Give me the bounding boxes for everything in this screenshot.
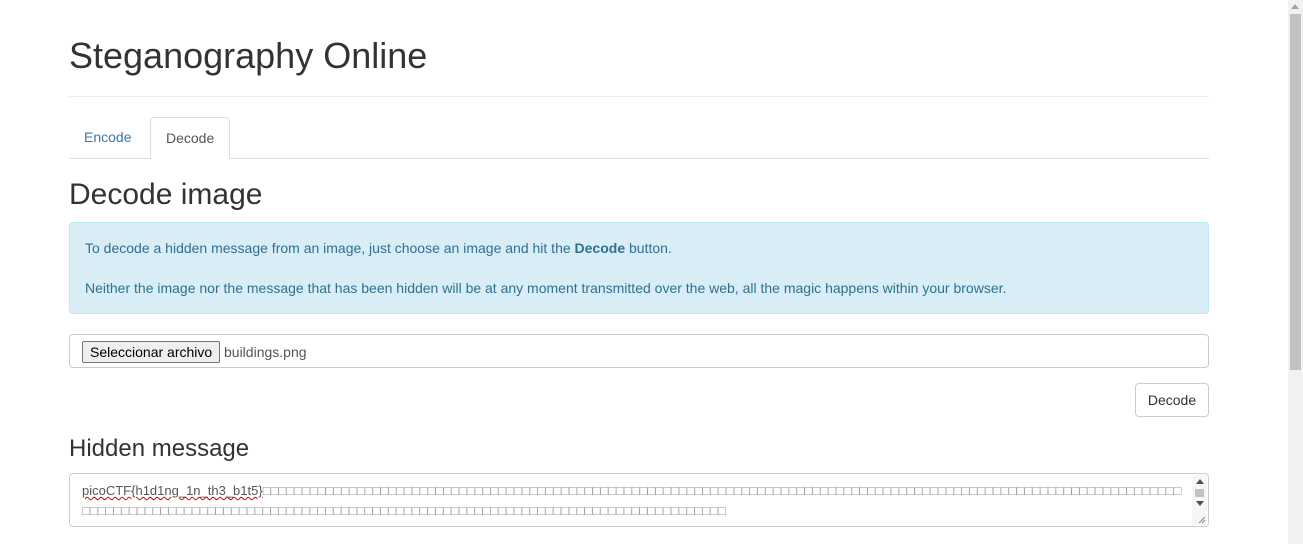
file-input[interactable]: Seleccionar archivo buildings.png [69,334,1209,368]
tab-encode[interactable]: Encode [69,117,146,158]
info-text-line2: Neither the image nor the message that h… [85,280,1007,296]
decode-section-title: Decode image [69,178,263,211]
info-alert: To decode a hidden message from an image… [69,222,1209,314]
scroll-up-arrow-icon[interactable] [1196,479,1204,484]
resize-handle-icon[interactable] [1198,516,1206,524]
choose-file-button[interactable]: Seleccionar archivo [82,341,221,363]
info-text-part1: To decode a hidden message from an image… [85,240,575,256]
hidden-message-title: Hidden message [69,435,250,462]
selected-file-name: buildings.png [224,344,307,360]
hidden-message-flag: picoCTF{h1d1ng_1n_th3_b1t5} [82,483,263,498]
tab-bar: Encode Decode [69,117,1209,159]
decode-button[interactable]: Decode [1135,383,1209,417]
page-title: Steganography Online [69,35,428,76]
hidden-message-text: picoCTF{h1d1ng_1n_th3_b1t5}□□□□□□□□□□□□□… [82,481,1182,521]
info-text-part2: button. [625,240,672,256]
page-scrollbar-thumb[interactable] [1290,14,1301,370]
info-text-bold: Decode [574,240,626,256]
page-scrollbar[interactable] [1288,0,1303,544]
info-text-line1: To decode a hidden message from an image… [85,240,672,256]
scrollbar-thumb[interactable] [1195,489,1204,497]
page-header: Steganography Online [69,36,1209,97]
page-scroll-up-icon[interactable] [1291,4,1299,9]
tab-decode[interactable]: Decode [150,117,230,159]
hidden-message-textarea[interactable]: picoCTF{h1d1ng_1n_th3_b1t5}□□□□□□□□□□□□□… [69,473,1209,527]
scroll-down-arrow-icon[interactable] [1196,501,1204,506]
